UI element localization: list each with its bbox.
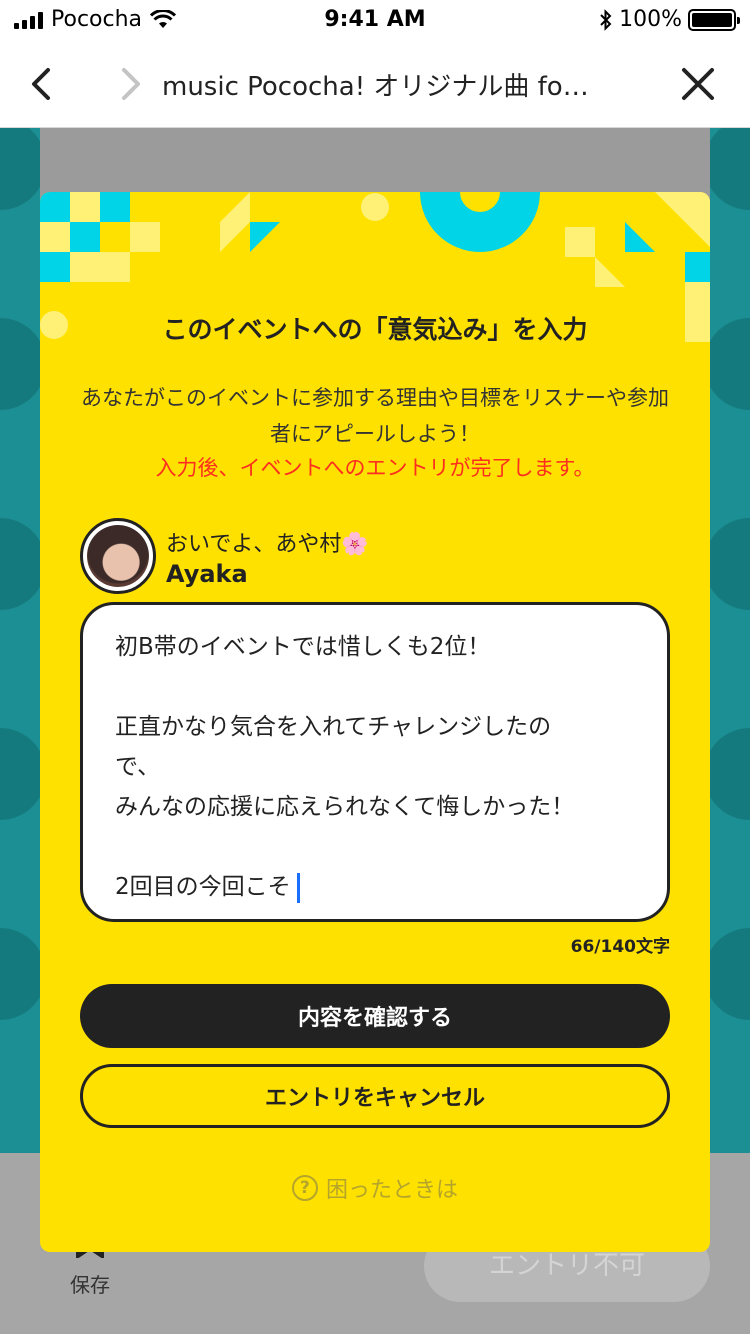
background-dot [704, 728, 750, 820]
status-bar: Pococha 9:41 AM 100% [0, 0, 750, 40]
background-dot [704, 128, 750, 210]
message-line [115, 667, 635, 707]
page-title: music Pococha! オリジナル曲 fo… [162, 72, 589, 102]
message-line: 正直かなり気合を入れてチャレンジしたの [115, 714, 552, 740]
message-line: みんなの応援に応えられなくて悔しかった！ [115, 794, 575, 820]
chevron-left-icon[interactable] [22, 58, 62, 110]
message-line [115, 827, 635, 867]
background-dot [704, 318, 750, 410]
cancel-entry-button[interactable]: エントリをキャンセル [80, 1064, 670, 1128]
avatar [80, 518, 156, 594]
background-dot [704, 928, 750, 1020]
text-caret [296, 872, 300, 903]
battery-icon [688, 8, 740, 31]
nav-bar: music Pococha! オリジナル曲 fo… [0, 40, 750, 128]
user-name: Ayaka [166, 560, 248, 588]
battery-percent: 100% [619, 7, 682, 32]
entry-modal: このイベントへの「意気込み」を入力 あなたがこのイベントに参加する理由や目標をリ… [40, 192, 710, 1252]
question-circle-icon: ? [291, 1175, 318, 1201]
help-link[interactable]: ? 困ったときは [40, 1172, 710, 1204]
message-line: で、 [115, 754, 161, 780]
message-last-line: 2回目の今回こそ [115, 867, 635, 907]
message-textarea[interactable]: 初B帯のイベントでは惜しくも2位！ 正直かなり気合を入れてチャレンジしたの で、… [80, 602, 670, 922]
modal-note: 入力後、イベントへのエントリが完了します。 [155, 456, 595, 480]
message-line: 初B帯のイベントでは惜しくも2位！ [115, 634, 491, 660]
background-dot [704, 518, 750, 610]
message-line-text: 2回目の今回こそ [115, 874, 291, 900]
bluetooth-icon [600, 8, 612, 31]
chevron-right-icon[interactable] [110, 58, 150, 110]
save-label: 保存 [70, 1273, 110, 1297]
user-status-text: おいでよ、あや村🌸 [166, 532, 369, 557]
close-icon[interactable] [676, 62, 720, 106]
avatar-image [87, 525, 149, 587]
modal-title: このイベントへの「意気込み」を入力 [162, 315, 588, 344]
modal-description: あなたがこのイベントに参加する理由や目標をリスナーや参加者にアピールしよう！ [81, 386, 669, 446]
status-right: 100% [599, 7, 740, 32]
confirm-button[interactable]: 内容を確認する [80, 984, 670, 1048]
help-label: 困ったときは [325, 1178, 458, 1203]
char-count: 66/140文字 [570, 937, 670, 957]
